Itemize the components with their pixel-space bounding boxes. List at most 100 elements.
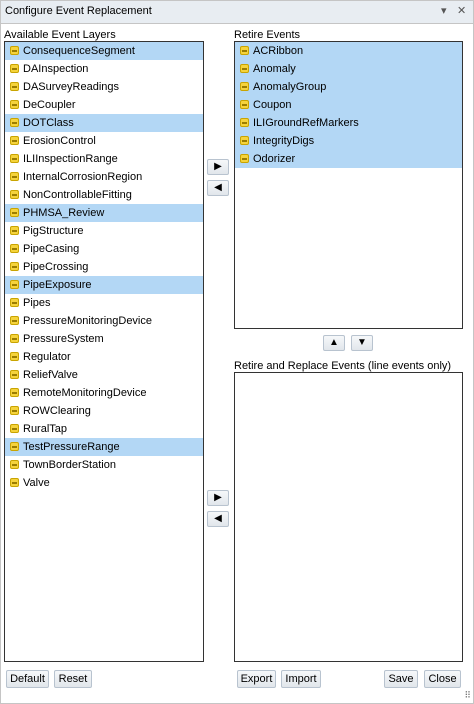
- layer-icon: [240, 100, 249, 109]
- save-button[interactable]: Save: [384, 670, 418, 688]
- list-item-label: TownBorderStation: [23, 459, 116, 471]
- close-button[interactable]: Close: [424, 670, 461, 688]
- list-item[interactable]: ILIInspectionRange: [5, 150, 203, 168]
- list-item[interactable]: InternalCorrosionRegion: [5, 168, 203, 186]
- layer-icon: [10, 388, 19, 397]
- list-item[interactable]: PigStructure: [5, 222, 203, 240]
- layer-icon: [10, 280, 19, 289]
- layer-icon: [240, 64, 249, 73]
- move-down-button[interactable]: ▼: [351, 335, 373, 351]
- list-item-label: PHMSA_Review: [23, 207, 105, 219]
- list-item[interactable]: PressureSystem: [5, 330, 203, 348]
- list-item-label: TestPressureRange: [23, 441, 120, 453]
- retire-replace-events-list[interactable]: [234, 372, 463, 662]
- list-item-label: AnomalyGroup: [253, 81, 327, 93]
- list-item-label: PressureMonitoringDevice: [23, 315, 152, 327]
- list-item-label: PressureSystem: [23, 333, 104, 345]
- list-item[interactable]: TestPressureRange: [5, 438, 203, 456]
- list-item-label: ROWClearing: [23, 405, 91, 417]
- list-item[interactable]: PressureMonitoringDevice: [5, 312, 203, 330]
- layer-icon: [10, 460, 19, 469]
- list-item[interactable]: TownBorderStation: [5, 456, 203, 474]
- resize-grip-icon[interactable]: ⠿: [464, 690, 471, 701]
- layer-icon: [10, 118, 19, 127]
- move-left-replace-button[interactable]: ◀: [207, 511, 229, 527]
- list-item-label: DOTClass: [23, 117, 74, 129]
- list-item[interactable]: RuralTap: [5, 420, 203, 438]
- list-item[interactable]: Coupon: [235, 96, 462, 114]
- collapse-icon[interactable]: ▾: [441, 4, 447, 17]
- title-bar[interactable]: Configure Event Replacement ▾ ✕: [1, 1, 473, 24]
- list-item-label: ConsequenceSegment: [23, 45, 135, 57]
- close-icon[interactable]: ✕: [457, 4, 466, 17]
- list-item[interactable]: PHMSA_Review: [5, 204, 203, 222]
- list-item[interactable]: ReliefValve: [5, 366, 203, 384]
- retire-events-list[interactable]: ACRibbon Anomaly AnomalyGroup Coupon ILIGrou…: [234, 41, 463, 329]
- move-up-button[interactable]: ▲: [323, 335, 345, 351]
- list-item-label: DeCoupler: [23, 99, 76, 111]
- list-item[interactable]: IntegrityDigs: [235, 132, 462, 150]
- layer-icon: [10, 208, 19, 217]
- list-item-label: PipeCrossing: [23, 261, 89, 273]
- layer-icon: [10, 64, 19, 73]
- list-item[interactable]: ConsequenceSegment: [5, 42, 203, 60]
- list-item[interactable]: Pipes: [5, 294, 203, 312]
- layer-icon: [10, 46, 19, 55]
- layer-icon: [240, 82, 249, 91]
- list-item[interactable]: AnomalyGroup: [235, 78, 462, 96]
- reset-button[interactable]: Reset: [54, 670, 92, 688]
- retire-events-label: Retire Events: [234, 29, 301, 41]
- list-item-label: PipeExposure: [23, 279, 92, 291]
- list-item[interactable]: DOTClass: [5, 114, 203, 132]
- list-item[interactable]: Odorizer: [235, 150, 462, 168]
- list-item[interactable]: PipeCrossing: [5, 258, 203, 276]
- available-layers-list[interactable]: ConsequenceSegment DAInspection DASurveyRe…: [4, 41, 204, 662]
- list-item-label: RemoteMonitoringDevice: [23, 387, 147, 399]
- layer-icon: [240, 118, 249, 127]
- layer-icon: [10, 136, 19, 145]
- list-item-label: Regulator: [23, 351, 71, 363]
- dialog-title: Configure Event Replacement: [5, 5, 152, 17]
- list-item-label: IntegrityDigs: [253, 135, 315, 147]
- layer-icon: [10, 316, 19, 325]
- list-item-label: ILIGroundRefMarkers: [253, 117, 359, 129]
- list-item[interactable]: Valve: [5, 474, 203, 492]
- move-left-retire-button[interactable]: ◀: [207, 180, 229, 196]
- list-item-label: Coupon: [253, 99, 292, 111]
- list-item-label: PigStructure: [23, 225, 84, 237]
- list-item-label: ILIInspectionRange: [23, 153, 118, 165]
- list-item[interactable]: PipeExposure: [5, 276, 203, 294]
- layer-icon: [10, 154, 19, 163]
- layer-icon: [10, 478, 19, 487]
- layer-icon: [10, 334, 19, 343]
- layer-icon: [10, 298, 19, 307]
- import-button[interactable]: Import: [281, 670, 321, 688]
- list-item-label: ACRibbon: [253, 45, 304, 57]
- list-item[interactable]: RemoteMonitoringDevice: [5, 384, 203, 402]
- list-item[interactable]: DAInspection: [5, 60, 203, 78]
- retire-replace-label: Retire and Replace Events (line events o…: [234, 360, 452, 372]
- layer-icon: [10, 442, 19, 451]
- list-item-label: DASurveyReadings: [23, 81, 119, 93]
- export-button[interactable]: Export: [237, 670, 276, 688]
- list-item[interactable]: ROWClearing: [5, 402, 203, 420]
- layer-icon: [10, 352, 19, 361]
- list-item[interactable]: ACRibbon: [235, 42, 462, 60]
- list-item-label: ErosionControl: [23, 135, 96, 147]
- list-item[interactable]: NonControllableFitting: [5, 186, 203, 204]
- layer-icon: [10, 190, 19, 199]
- layer-icon: [10, 100, 19, 109]
- list-item[interactable]: Anomaly: [235, 60, 462, 78]
- dialog-panel: Configure Event Replacement ▾ ✕ Availabl…: [0, 0, 474, 704]
- default-button[interactable]: Default: [6, 670, 49, 688]
- list-item[interactable]: ErosionControl: [5, 132, 203, 150]
- list-item[interactable]: DeCoupler: [5, 96, 203, 114]
- list-item[interactable]: Regulator: [5, 348, 203, 366]
- list-item[interactable]: DASurveyReadings: [5, 78, 203, 96]
- list-item[interactable]: PipeCasing: [5, 240, 203, 258]
- move-right-replace-button[interactable]: ▶: [207, 490, 229, 506]
- layer-icon: [10, 424, 19, 433]
- list-item[interactable]: ILIGroundRefMarkers: [235, 114, 462, 132]
- move-right-retire-button[interactable]: ▶: [207, 159, 229, 175]
- layer-icon: [10, 244, 19, 253]
